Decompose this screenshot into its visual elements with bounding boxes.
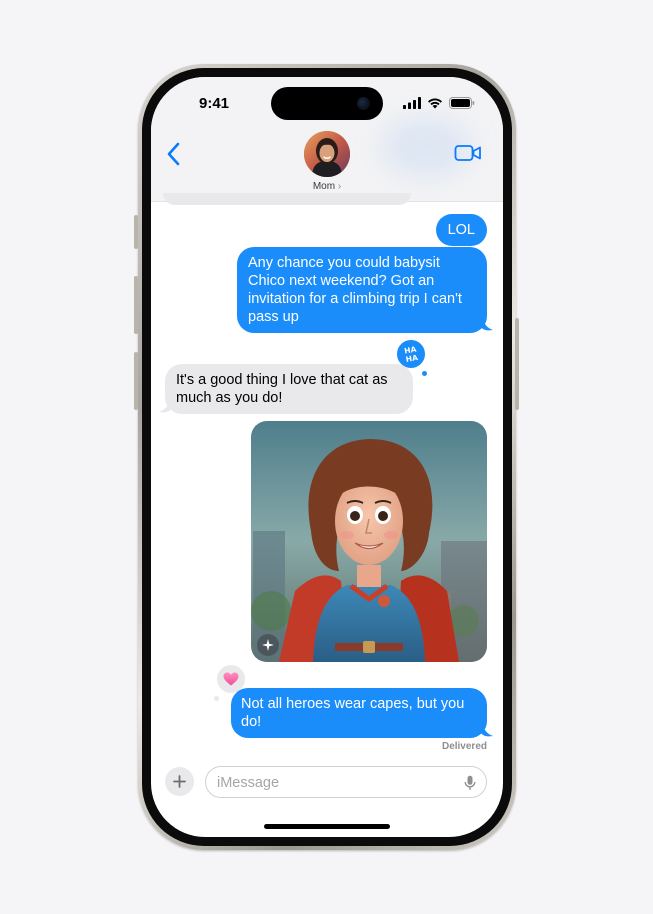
message-text: It's a good thing I love that cat as muc…	[176, 372, 388, 406]
message-text: Not all heroes wear capes, but you do!	[241, 696, 465, 730]
message-bubble-sent[interactable]: Any chance you could babysit Chico next …	[237, 247, 487, 333]
message-text: LOL	[447, 222, 475, 238]
bubble-tail	[159, 399, 171, 413]
microphone-icon[interactable]	[464, 775, 476, 791]
contact-name[interactable]: Mom ›	[151, 181, 503, 192]
action-button	[134, 215, 138, 249]
message-bubble-sent[interactable]: LOL	[435, 214, 487, 246]
previous-message-bubble	[163, 193, 411, 205]
volume-up-button	[134, 276, 138, 334]
message-input[interactable]: iMessage	[205, 766, 487, 798]
message-bubble-sent[interactable]: Not all heroes wear capes, but you do!	[231, 688, 487, 738]
power-button	[515, 318, 519, 410]
screen: 9:41 Mom › LOL Any chance you could baby…	[151, 77, 503, 837]
contact-avatar[interactable]	[304, 131, 350, 177]
bubble-tail	[481, 723, 493, 737]
battery-icon	[449, 97, 475, 109]
chevron-right-icon: ›	[337, 181, 342, 192]
facetime-video-icon[interactable]	[454, 143, 482, 163]
bubble-tail	[481, 317, 493, 331]
tapback-dot	[214, 696, 219, 701]
sparkle-icon[interactable]	[257, 634, 279, 656]
haha-glyph: HA HA	[404, 345, 419, 364]
back-chevron-icon[interactable]	[165, 141, 185, 167]
wifi-icon	[428, 98, 442, 109]
message-bubble-received[interactable]: It's a good thing I love that cat as muc…	[165, 364, 413, 414]
contact-name-label: Mom	[312, 181, 336, 192]
image-message[interactable]	[251, 421, 487, 662]
message-text: Any chance you could babysit Chico next …	[248, 255, 462, 325]
home-indicator	[264, 824, 390, 829]
sparkle-glyph	[262, 639, 274, 651]
dynamic-island	[271, 87, 383, 120]
tapback-dot	[422, 371, 427, 376]
status-icons	[403, 97, 475, 109]
cellular-signal-icon	[403, 97, 421, 109]
message-input-placeholder: iMessage	[217, 775, 280, 791]
svg-text:HA: HA	[405, 353, 419, 364]
superhero-mom-avatar-icon	[251, 421, 487, 662]
contact-photo	[304, 131, 350, 177]
plus-icon	[173, 775, 186, 788]
volume-down-button	[134, 352, 138, 410]
apps-plus-button[interactable]	[165, 767, 194, 796]
delivered-status: Delivered	[441, 741, 487, 752]
status-time: 9:41	[199, 95, 230, 112]
heart-glyph	[223, 672, 239, 686]
camera-icon	[357, 97, 370, 110]
